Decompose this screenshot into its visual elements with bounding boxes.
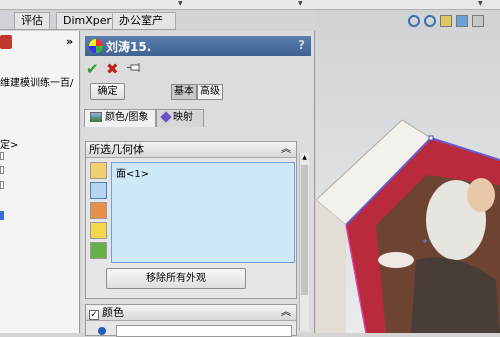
appearance-property-manager: 刘涛15. ? ✔ ✖ 确定 基本 高级 颜色/图象 映射 所选几何体 ︽ 面<… (81, 31, 315, 337)
mapping-icon (160, 111, 172, 123)
color-picker-icon[interactable] (98, 327, 106, 335)
feature-tree-panel: » 维建模训练一百/ 定> (0, 31, 80, 333)
tree-header: » (0, 34, 80, 52)
pm-titlebar: 刘涛15. ? (85, 36, 311, 56)
selection-list[interactable]: 面<1> (111, 162, 295, 263)
toolbar-button[interactable] (230, 0, 270, 9)
color-wheel-icon (89, 39, 103, 53)
select-bodies-icon[interactable] (90, 222, 107, 239)
color-field[interactable] (116, 325, 292, 337)
vertex-handle (428, 135, 434, 141)
list-item[interactable]: 面<1> (116, 165, 149, 180)
select-surfaces-icon[interactable] (90, 202, 107, 219)
tree-item-setting[interactable]: 定> (0, 136, 18, 151)
select-features-icon[interactable] (90, 242, 107, 259)
dropdown-arrow-icon[interactable]: ▼ (478, 0, 483, 8)
collapse-chevron-icon[interactable]: ︽ (281, 142, 291, 157)
toolbar-button[interactable] (400, 0, 440, 9)
mode-advanced-button[interactable]: 高级 (197, 84, 223, 100)
section-title: 颜色 (102, 306, 124, 319)
remove-all-appearances-button[interactable]: 移除所有外观 (106, 268, 246, 289)
tab-evaluate[interactable]: 评估 (14, 12, 50, 29)
dropdown-arrow-icon[interactable]: ▼ (298, 0, 303, 8)
texture-figure-arm (378, 252, 414, 268)
tab-office-products[interactable]: 办公室产品 (112, 12, 176, 43)
tree-node-selected[interactable] (0, 211, 4, 220)
tab-mapping-label: 映射 (173, 112, 193, 123)
appearance-icon[interactable] (0, 35, 12, 49)
collapse-chevron-icon[interactable]: ︽ (281, 305, 291, 320)
mode-basic-button[interactable]: 基本 (171, 84, 197, 100)
model-viewport[interactable] (316, 10, 500, 333)
toolbar-button[interactable] (110, 0, 150, 9)
section-header[interactable]: ✓ 颜色 ︽ (86, 305, 296, 321)
color-section: ✓ 颜色 ︽ (85, 304, 297, 337)
section-header[interactable]: 所选几何体 ︽ (86, 142, 296, 158)
toolbar-button[interactable] (330, 0, 370, 9)
selected-geometry-section: 所选几何体 ︽ 面<1> 移除所有外观 (85, 141, 297, 299)
image-icon (90, 112, 102, 122)
pm-scrollbar[interactable]: ▲ (299, 153, 309, 331)
tree-node-icon[interactable] (0, 181, 4, 189)
dropdown-arrow-icon[interactable]: ▼ (178, 0, 183, 8)
select-faces-icon[interactable] (90, 182, 107, 199)
toolbar-button[interactable] (4, 0, 44, 9)
tree-node-icon[interactable] (0, 152, 4, 160)
confirm-button[interactable]: 确定 (90, 83, 125, 100)
pm-title: 刘涛15. (106, 40, 152, 54)
pushpin-icon[interactable] (127, 63, 143, 72)
tree-node-icon[interactable] (0, 166, 4, 174)
graphics-area[interactable] (316, 10, 500, 333)
tab-mapping[interactable]: 映射 (156, 109, 204, 127)
help-icon[interactable]: ? (298, 38, 305, 52)
ok-check-icon[interactable]: ✔ (86, 60, 99, 78)
tab-color-image[interactable]: 颜色/图象 (84, 109, 156, 127)
tab-color-image-label: 颜色/图象 (105, 112, 149, 123)
tree-item-part[interactable]: 维建模训练一百/ (0, 74, 73, 89)
select-parts-icon[interactable] (90, 162, 107, 179)
top-toolbar: ▼ ▼ ▼ (0, 0, 500, 10)
scroll-up-icon[interactable]: ▲ (300, 153, 309, 162)
scroll-thumb[interactable] (301, 165, 308, 295)
color-checkbox[interactable]: ✓ (89, 310, 99, 320)
command-manager-tabs: 评估 DimXpert 办公室产品 (0, 10, 176, 43)
expand-chevron-icon[interactable]: » (66, 35, 73, 48)
section-title: 所选几何体 (89, 143, 144, 156)
cancel-x-icon[interactable]: ✖ (106, 60, 119, 78)
texture-figure-face (467, 178, 495, 212)
